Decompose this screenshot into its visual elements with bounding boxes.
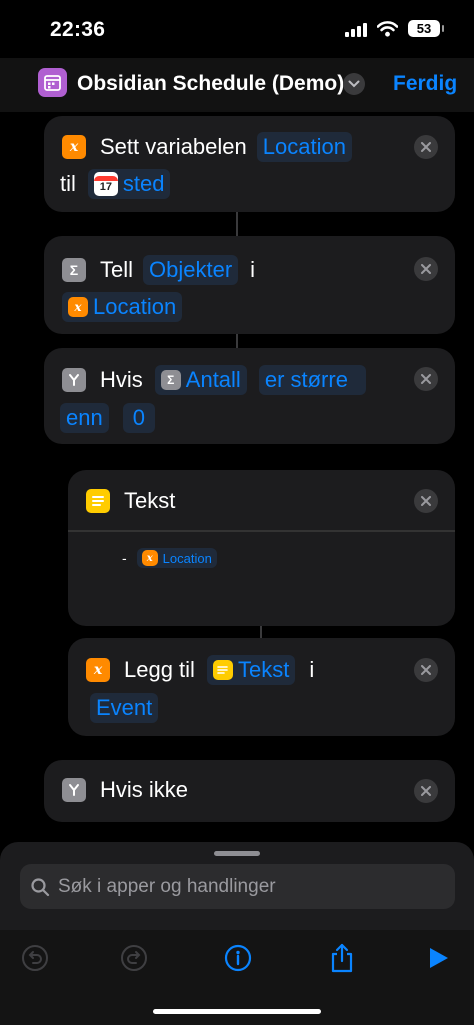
text-note-icon [212,660,233,680]
battery-icon: 53 [408,20,444,37]
sigma-icon: Σ [62,258,86,282]
home-indicator [153,1009,321,1014]
action-label: Hvis [100,367,143,392]
operand-token[interactable]: Σ Antall [154,365,247,395]
item-token[interactable]: Tekst [206,655,296,685]
connector-line [236,212,238,236]
cellular-signal-icon [345,21,367,37]
action-label: Hvis ikke [100,777,189,802]
text-note-icon [86,489,110,513]
connector-line [236,334,238,348]
action-label: Tekst [124,488,176,513]
content-variable-token[interactable]: x Location [136,548,217,568]
action-set-variable[interactable]: x Sett variabelen Location til 17 sted [44,116,455,212]
variable-x-icon: x [68,297,88,317]
connector-word: til [60,171,76,196]
calendar-icon: 17 [93,172,118,196]
action-label: Legg til [124,657,195,682]
branch-icon [62,778,86,802]
status-icons: 53 [345,20,444,37]
variable-x-icon: x [141,550,158,566]
source-token[interactable]: x Location [62,292,183,322]
panel-grabber[interactable] [214,851,260,856]
operand-token-label: Antall [185,367,241,392]
undo-icon[interactable] [19,942,51,974]
variable-x-icon: x [62,135,86,159]
shortcut-title[interactable]: Obsidian Schedule (Demo) [77,72,344,96]
search-input[interactable]: Søk i apper og handlinger [20,864,455,909]
search-icon [31,877,50,896]
connector-line [260,626,262,638]
wifi-icon [377,20,398,37]
content-variable-label: Location [162,550,212,566]
close-icon[interactable] [414,489,438,513]
close-icon[interactable] [414,257,438,281]
calendar-icon [44,75,61,91]
shortcut-app-icon[interactable] [38,68,67,97]
close-icon[interactable] [414,135,438,159]
redo-icon[interactable] [118,942,150,974]
divider [68,530,455,532]
text-content-field[interactable]: - x Location [122,548,217,568]
play-icon[interactable] [422,942,454,974]
search-placeholder: Søk i apper og handlinger [58,875,276,897]
action-otherwise[interactable]: Hvis ikke [44,760,455,822]
count-type-token[interactable]: Objekter [143,255,239,285]
connector-word: i [309,657,315,682]
variable-x-icon: x [86,658,110,682]
item-token-label: Tekst [237,657,290,682]
action-if[interactable]: Hvis Σ Antall er større enn 0 [44,348,455,444]
sigma-icon: Σ [160,370,181,390]
source-token-label: Location [93,294,177,319]
target-token[interactable]: Event [90,693,159,723]
share-icon[interactable] [326,942,358,974]
battery-level: 53 [416,21,432,36]
done-button[interactable]: Ferdig [393,72,457,96]
action-label: Tell [100,257,134,282]
content-prefix: - [122,550,127,566]
close-icon[interactable] [414,658,438,682]
condition-token[interactable]: er større [258,365,366,395]
value-token[interactable]: 17 sted [87,169,171,199]
action-add-to[interactable]: x Legg til Tekst i Event [68,638,455,736]
info-icon[interactable] [222,942,254,974]
value-token-label: sted [122,171,165,196]
variable-name-token[interactable]: Location [256,132,352,162]
condition-token-cont[interactable]: enn [60,403,109,433]
compare-value-token[interactable]: 0 [122,403,155,433]
close-icon[interactable] [414,779,438,803]
editor-canvas[interactable]: x Sett variabelen Location til 17 sted Σ… [0,112,474,842]
action-text[interactable]: Tekst - x Location [68,470,455,626]
connector-word: i [250,257,256,282]
action-label: Sett variabelen [100,134,247,159]
close-icon[interactable] [414,367,438,391]
branch-icon [62,368,86,392]
action-count[interactable]: Σ Tell Objekter i x Location [44,236,455,334]
status-time: 22:36 [50,18,106,41]
chevron-down-icon[interactable] [343,73,365,95]
